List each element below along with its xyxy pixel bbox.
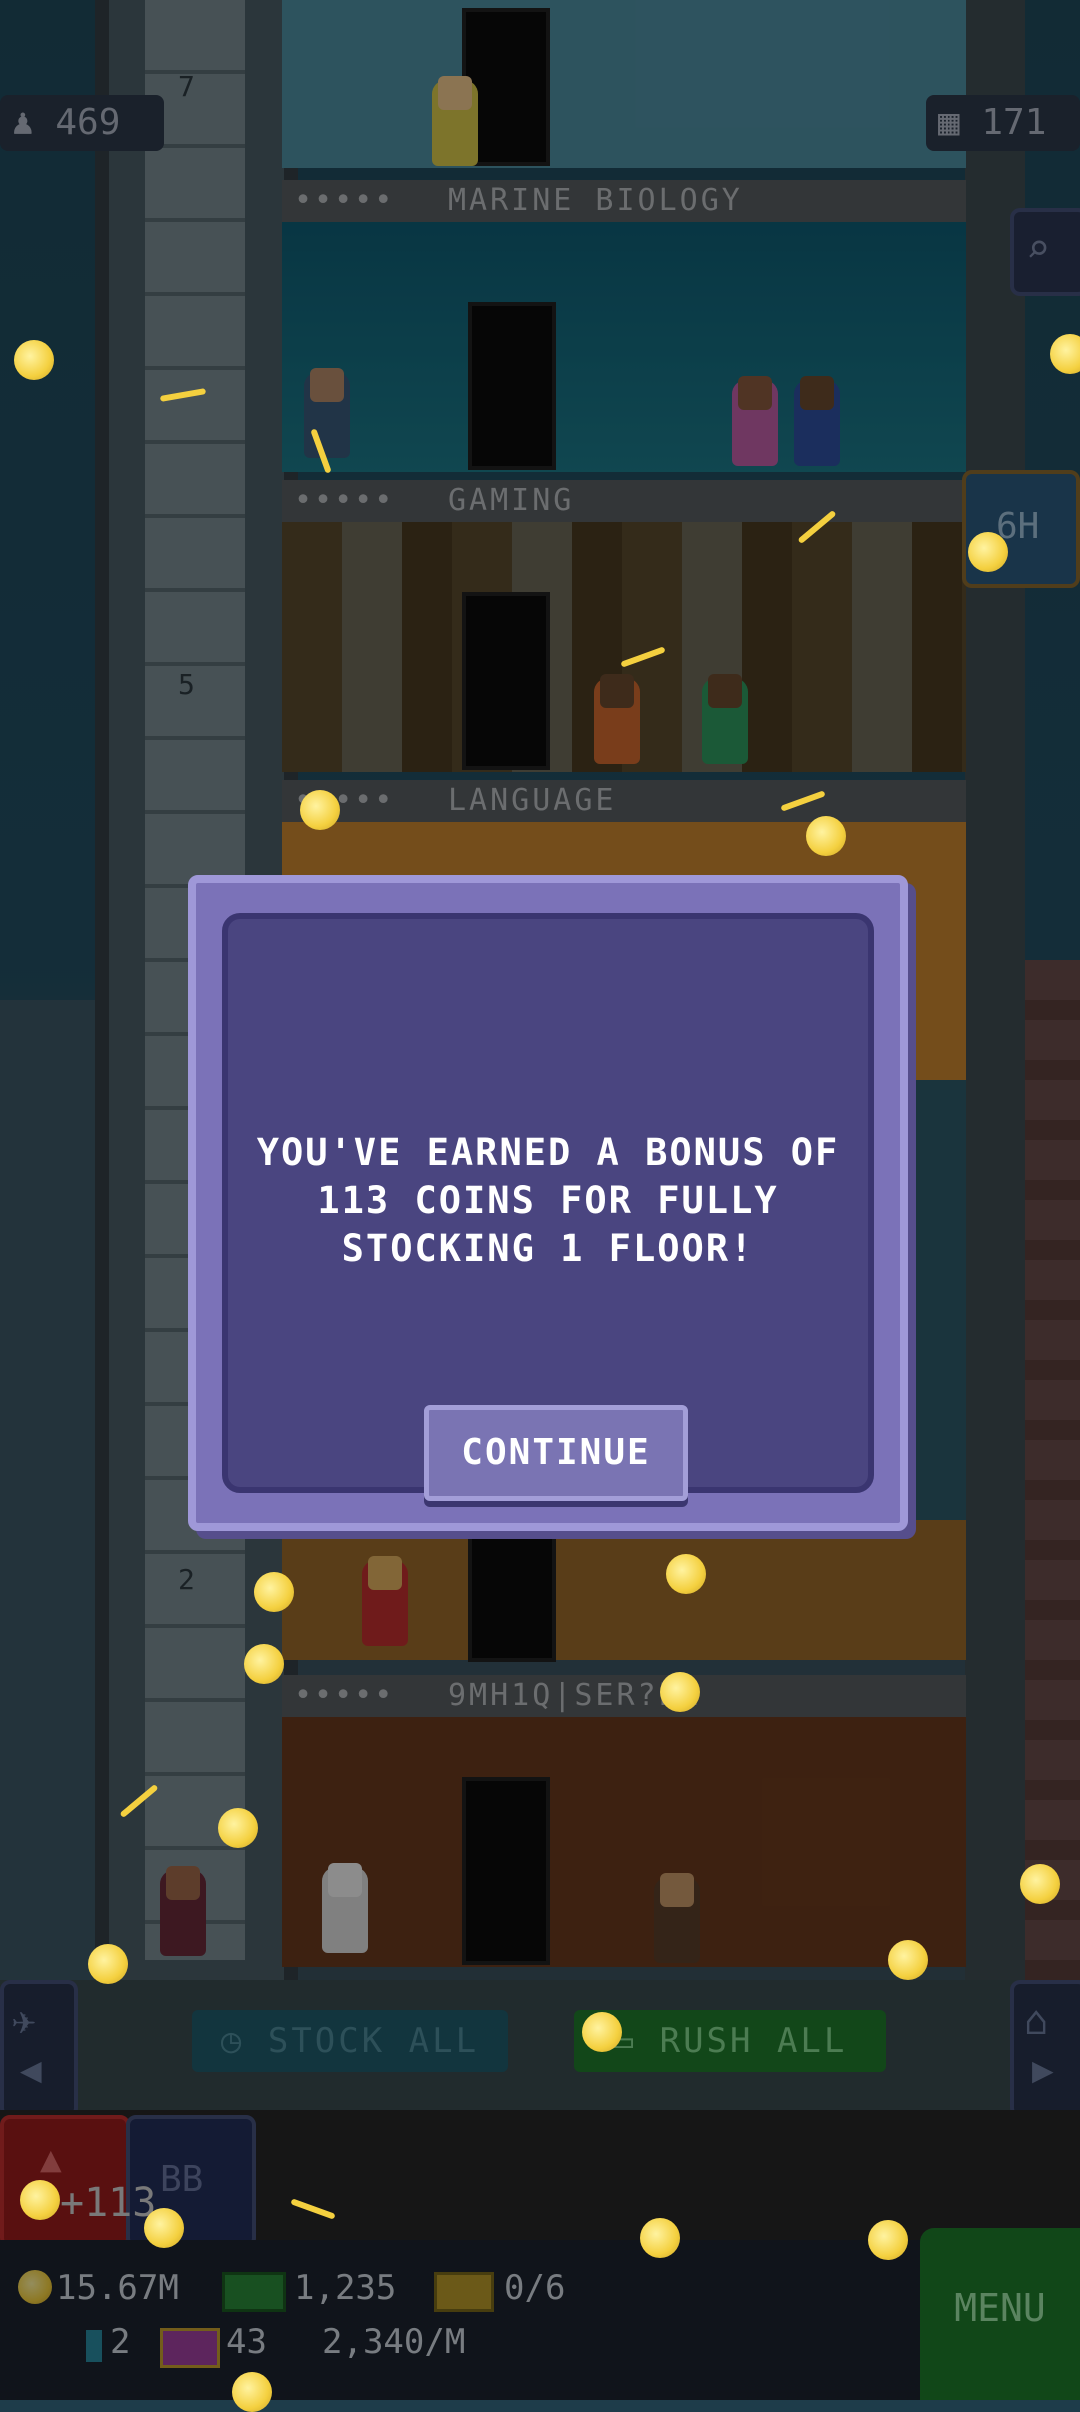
falling-coin [1020, 1864, 1060, 1904]
falling-coin [640, 2218, 680, 2258]
falling-coin [868, 2220, 908, 2260]
falling-coin [244, 1644, 284, 1684]
falling-coin [144, 2208, 184, 2248]
falling-coin [254, 1572, 294, 1612]
falling-coin [888, 1940, 928, 1980]
bonus-message: YOU'VE EARNED A BONUS OF 113 COINS FOR F… [256, 1131, 840, 1270]
falling-coin [666, 1554, 706, 1594]
falling-coin [300, 790, 340, 830]
falling-coin [968, 532, 1008, 572]
game-scene: 7 5 2 ••••• MARINE BIOLOGY ••••• GAMING [0, 0, 1080, 2412]
continue-button[interactable]: CONTINUE [424, 1405, 688, 1501]
falling-coin [218, 1808, 258, 1848]
falling-coin [660, 1672, 700, 1712]
bonus-dialog-body: YOU'VE EARNED A BONUS OF 113 COINS FOR F… [222, 913, 874, 1501]
bonus-dialog: YOU'VE EARNED A BONUS OF 113 COINS FOR F… [188, 875, 908, 1531]
falling-coin [88, 1944, 128, 1984]
falling-coin [14, 340, 54, 380]
falling-coin [232, 2372, 272, 2412]
falling-coin [20, 2180, 60, 2220]
falling-coin [806, 816, 846, 856]
falling-coin [582, 2012, 622, 2052]
